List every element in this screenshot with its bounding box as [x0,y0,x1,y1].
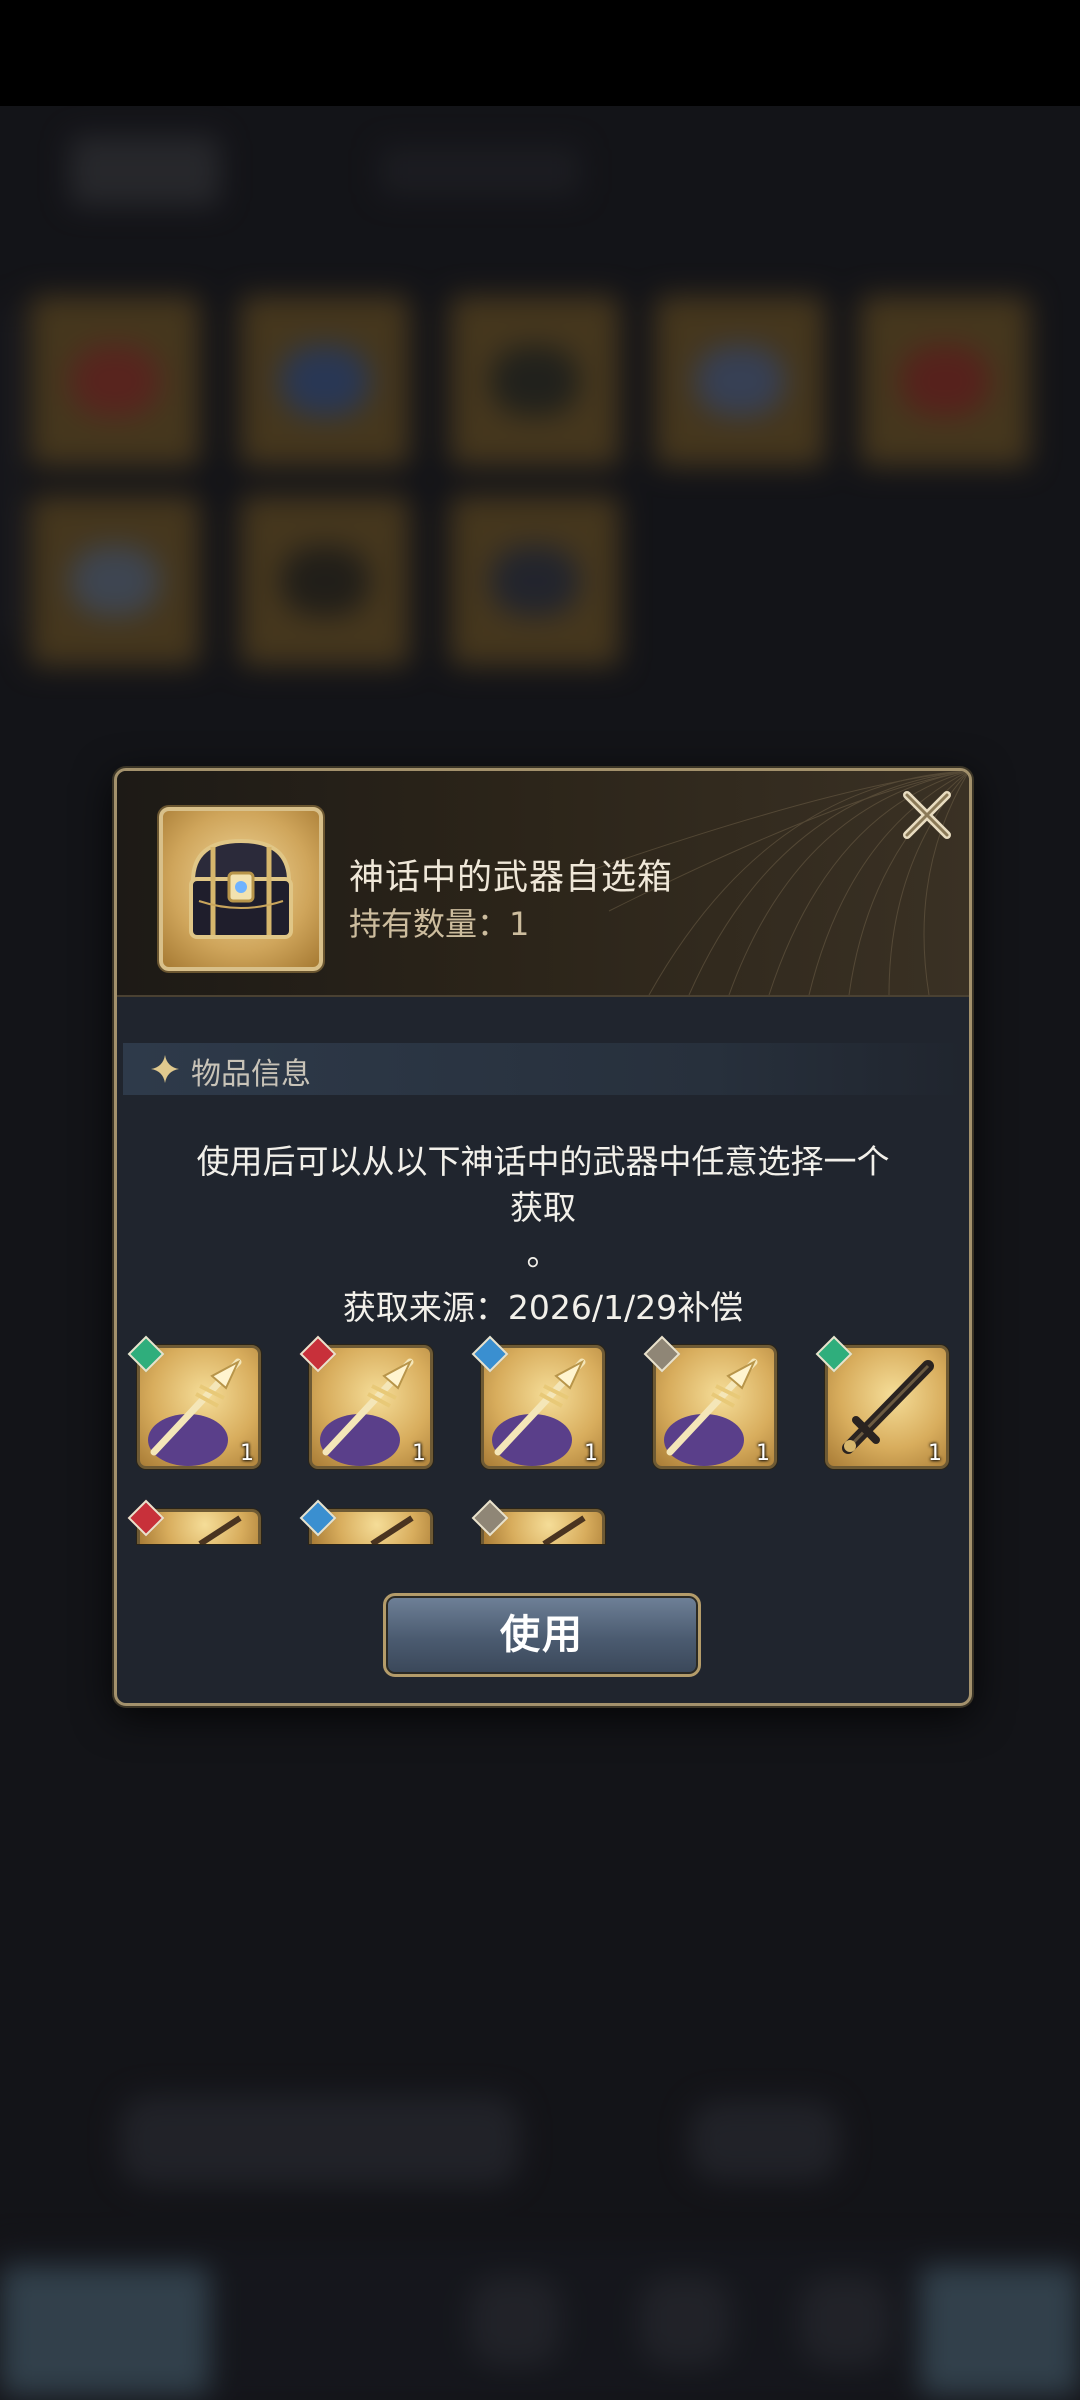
reward-quantity: 1 [412,1441,426,1466]
item-owned-count: 持有数量：1 [349,905,530,943]
reward-slot[interactable]: 1 [481,1345,605,1469]
description-line: 获取 [510,1188,576,1227]
item-detail-dialog: 神话中的武器自选箱 持有数量：1 物品信息 使用后可以从以下神话中的武器中任意选… [114,768,972,1706]
reward-quantity: 1 [928,1441,942,1466]
close-button[interactable] [897,785,957,845]
section-title: 物品信息 [191,1057,311,1092]
sparkle-icon [151,1055,179,1083]
description-line: 使用后可以从以下神话中的武器中任意选择一个 [196,1142,890,1181]
description-line: 。 [526,1234,560,1273]
item-info-section-header: 物品信息 [123,1043,963,1095]
reward-slot[interactable]: 1 [653,1345,777,1469]
dialog-header: 神话中的武器自选箱 持有数量：1 [117,771,969,997]
close-icon [903,791,951,839]
reward-slot[interactable]: 1 [137,1345,261,1469]
item-description: 使用后可以从以下神话中的武器中任意选择一个 获取 。 [137,1139,949,1277]
reward-quantity: 1 [756,1441,770,1466]
reward-slot[interactable]: 1 [309,1345,433,1469]
reward-quantity: 1 [240,1441,254,1466]
item-source: 获取来源：2026/1/29补偿 [342,1288,744,1327]
treasure-chest-icon [189,838,293,939]
item-icon [159,807,323,971]
item-name: 神话中的武器自选箱 [349,858,674,898]
reward-slot[interactable]: 1 [825,1345,949,1469]
reward-quantity: 1 [584,1441,598,1466]
status-bar [0,0,1080,106]
use-button[interactable]: 使用 [383,1593,701,1677]
